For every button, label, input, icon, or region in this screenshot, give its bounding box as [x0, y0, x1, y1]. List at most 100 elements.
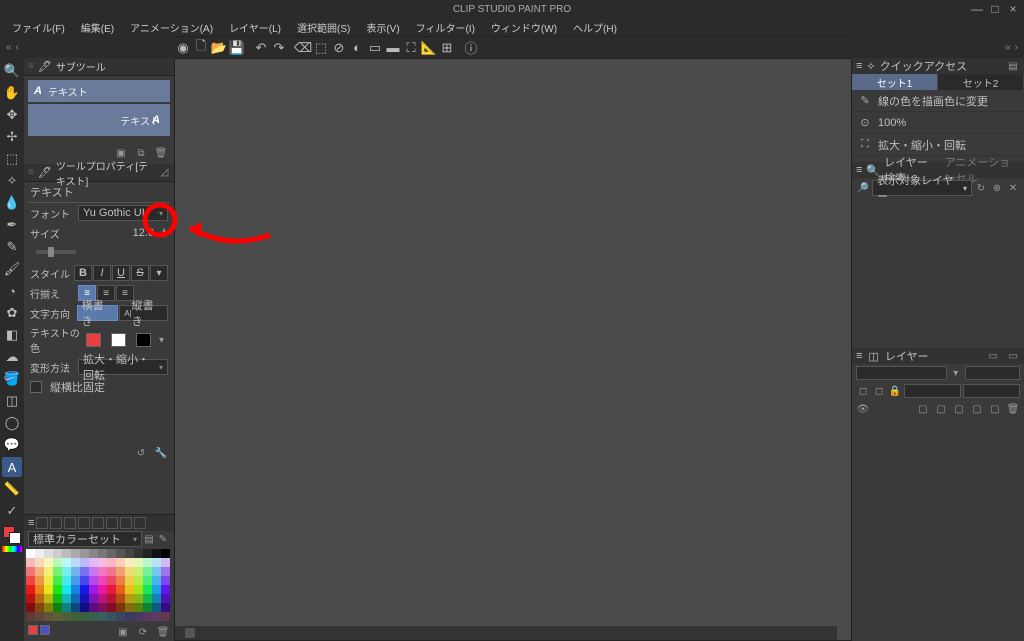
- ly-i3[interactable]: ▢: [952, 402, 966, 416]
- palette-swatch[interactable]: [125, 612, 134, 621]
- palette-swatch[interactable]: [89, 576, 98, 585]
- palette-swatch[interactable]: [107, 549, 116, 558]
- palette-swatch[interactable]: [80, 558, 89, 567]
- palette-swatch[interactable]: [152, 576, 161, 585]
- palette-swatch[interactable]: [35, 603, 44, 612]
- redo-icon[interactable]: ↷: [270, 39, 288, 57]
- palette-swatch[interactable]: [98, 594, 107, 603]
- bold-button[interactable]: B: [74, 265, 92, 281]
- palette-swatch[interactable]: [143, 594, 152, 603]
- palette-swatch[interactable]: [143, 603, 152, 612]
- palette-swatch[interactable]: [35, 558, 44, 567]
- background-color[interactable]: [9, 532, 21, 544]
- palette-swatch[interactable]: [125, 567, 134, 576]
- color-white-swatch[interactable]: [111, 333, 126, 347]
- palette-swatch[interactable]: [107, 612, 116, 621]
- tool-blend[interactable]: ☁: [2, 347, 22, 367]
- palette-swatch[interactable]: [80, 612, 89, 621]
- palette-swatch[interactable]: [161, 603, 170, 612]
- palette-swatch[interactable]: [143, 612, 152, 621]
- ly-i4[interactable]: ▢: [970, 402, 984, 416]
- snap-icon[interactable]: ⊞: [438, 39, 456, 57]
- qa-item-linecolor[interactable]: ✎ 線の色を描画色に変更: [852, 90, 1024, 112]
- pal-bg[interactable]: [40, 625, 50, 635]
- palette-swatch[interactable]: [134, 558, 143, 567]
- wrench-icon[interactable]: 🔧: [154, 447, 168, 461]
- palette-swatch[interactable]: [98, 558, 107, 567]
- palette-swatch[interactable]: [161, 612, 170, 621]
- palette-swatch[interactable]: [143, 576, 152, 585]
- palette-swatch[interactable]: [143, 549, 152, 558]
- palette-swatch[interactable]: [116, 594, 125, 603]
- palette-swatch[interactable]: [53, 612, 62, 621]
- tool-decoration[interactable]: ✿: [2, 303, 22, 323]
- palette-swatch[interactable]: [71, 585, 80, 594]
- panel-left-chevron[interactable]: «: [6, 42, 12, 53]
- palette-swatch[interactable]: [152, 603, 161, 612]
- pal-add-icon[interactable]: ▣: [116, 625, 130, 639]
- palette-swatch[interactable]: [134, 594, 143, 603]
- palette-swatch[interactable]: [53, 558, 62, 567]
- layer-search-dropdown[interactable]: 表示対象レイヤー ▾: [872, 180, 972, 196]
- subtool-header[interactable]: ≡ 🖊 サブツール: [24, 58, 174, 76]
- palette-swatch[interactable]: [134, 549, 143, 558]
- border-icon[interactable]: ▭: [366, 39, 384, 57]
- palette-swatch[interactable]: [98, 603, 107, 612]
- palette-swatch[interactable]: [116, 603, 125, 612]
- palette-swatch[interactable]: [107, 594, 116, 603]
- ls-icon-a[interactable]: ↻: [974, 181, 988, 195]
- palette-swatch[interactable]: [44, 594, 53, 603]
- palette-swatch[interactable]: [89, 594, 98, 603]
- palette-swatch[interactable]: [35, 585, 44, 594]
- tool-brush[interactable]: 🖌: [2, 259, 22, 279]
- palette-swatch[interactable]: [161, 567, 170, 576]
- palette-swatch[interactable]: [116, 567, 125, 576]
- palette-swatch[interactable]: [125, 585, 134, 594]
- tool-correct[interactable]: ✓: [2, 501, 22, 521]
- palette-swatch[interactable]: [62, 558, 71, 567]
- ly-i2[interactable]: ▢: [934, 402, 948, 416]
- fill-icon[interactable]: ▬: [384, 39, 402, 57]
- palette-swatch[interactable]: [116, 585, 125, 594]
- palette-swatch[interactable]: [143, 567, 152, 576]
- palette-swatch[interactable]: [89, 585, 98, 594]
- scale-icon[interactable]: ⛶: [402, 39, 420, 57]
- menu-filter[interactable]: フィルター(I): [408, 18, 483, 36]
- palette-swatch[interactable]: [125, 558, 134, 567]
- ls-icon-c[interactable]: ✕: [1006, 181, 1020, 195]
- palette-swatch[interactable]: [71, 549, 80, 558]
- pal-fg[interactable]: [28, 625, 38, 635]
- palette-swatch[interactable]: [53, 594, 62, 603]
- spinner-icon[interactable]: ▴▾: [162, 227, 166, 239]
- palette-swatch[interactable]: [161, 594, 170, 603]
- ly-eye-icon[interactable]: 👁: [856, 402, 870, 416]
- search-icon2[interactable]: 🔎: [856, 181, 870, 195]
- palette-swatch[interactable]: [26, 567, 35, 576]
- palette-swatch[interactable]: [26, 558, 35, 567]
- palette-swatch[interactable]: [125, 549, 134, 558]
- lock-dropdown[interactable]: [904, 384, 961, 398]
- menu-selection[interactable]: 選択範囲(S): [289, 18, 358, 36]
- palette-swatch[interactable]: [143, 558, 152, 567]
- palette-swatch[interactable]: [71, 594, 80, 603]
- palette-swatch[interactable]: [26, 603, 35, 612]
- palette-swatch[interactable]: [89, 603, 98, 612]
- panel-right-chevron2[interactable]: ›: [1015, 42, 1018, 53]
- qa-menu-icon[interactable]: ▤: [1006, 59, 1020, 73]
- color-tab-3[interactable]: [64, 517, 76, 529]
- canvas-area[interactable]: [174, 58, 852, 641]
- panel-left-chevron2[interactable]: ‹: [16, 42, 19, 53]
- color-palette-grid[interactable]: [24, 547, 174, 623]
- quick-access-header[interactable]: ≡ ✧ クイックアクセス ▤: [852, 58, 1024, 74]
- palette-swatch[interactable]: [26, 549, 35, 558]
- underline-button[interactable]: U: [112, 265, 130, 281]
- palette-swatch[interactable]: [134, 603, 143, 612]
- palette-swatch[interactable]: [62, 603, 71, 612]
- palette-swatch[interactable]: [71, 576, 80, 585]
- palette-swatch[interactable]: [152, 549, 161, 558]
- menu-help[interactable]: ヘルプ(H): [565, 18, 625, 36]
- palette-swatch[interactable]: [80, 567, 89, 576]
- palette-swatch[interactable]: [125, 603, 134, 612]
- color-well[interactable]: [3, 526, 21, 544]
- expr-dropdown[interactable]: [963, 384, 1020, 398]
